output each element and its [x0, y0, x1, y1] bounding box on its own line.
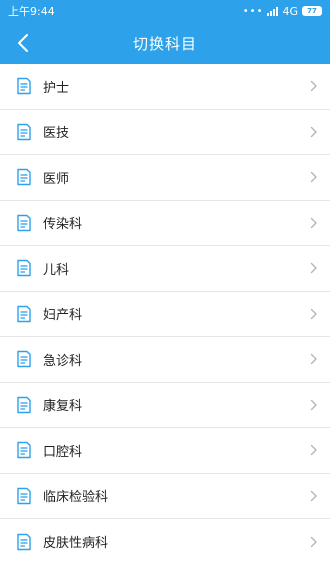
- subject-item[interactable]: 医技: [0, 110, 330, 155]
- header: 切换科目: [0, 22, 330, 64]
- chevron-right-icon: [308, 353, 320, 365]
- subject-label: 医技: [43, 126, 70, 142]
- document-icon: [15, 396, 33, 414]
- chevron-right-icon: [308, 262, 320, 274]
- back-button[interactable]: [12, 32, 34, 54]
- document-icon: [15, 441, 33, 459]
- document-icon: [15, 487, 33, 505]
- document-icon: [15, 350, 33, 368]
- chevron-right-icon: [308, 80, 320, 92]
- app-bar: 上午9:44 ••• 4G 77 切换科目: [0, 0, 330, 64]
- subject-item[interactable]: 护士: [0, 64, 330, 110]
- subject-label: 口腔科: [43, 444, 83, 460]
- subject-item[interactable]: 儿科: [0, 246, 330, 292]
- chevron-right-icon: [308, 217, 320, 229]
- document-icon: [15, 168, 33, 186]
- chevron-right-icon: [308, 308, 320, 320]
- document-icon: [15, 214, 33, 232]
- document-icon: [15, 123, 33, 141]
- chevron-left-icon: [18, 34, 28, 52]
- page-title: 切换科目: [132, 34, 197, 53]
- subject-item[interactable]: 急诊科: [0, 337, 330, 383]
- signal-icon: [267, 6, 279, 16]
- chevron-right-icon: [308, 126, 320, 138]
- subject-label: 临床检验科: [43, 490, 109, 506]
- subject-item[interactable]: 口腔科: [0, 428, 330, 474]
- subject-item[interactable]: 皮肤性病科: [0, 519, 330, 565]
- chevron-right-icon: [308, 536, 320, 548]
- subject-label: 护士: [43, 80, 70, 96]
- more-dots-icon: •••: [242, 5, 264, 17]
- subject-item[interactable]: 医师: [0, 155, 330, 201]
- subject-label: 医师: [43, 171, 70, 187]
- document-icon: [15, 305, 33, 323]
- subject-item[interactable]: 临床检验科: [0, 474, 330, 519]
- subject-label: 康复科: [43, 399, 83, 415]
- subject-label: 妇产科: [43, 308, 83, 324]
- subject-list: 护士 医技 医师 传染科 儿科 妇产科 急诊科 康复科 口腔科 临床检验科 皮肤…: [0, 64, 330, 565]
- document-icon: [15, 533, 33, 551]
- status-icons: ••• 4G 77: [243, 5, 322, 18]
- subject-item[interactable]: 妇产科: [0, 292, 330, 337]
- subject-item[interactable]: 传染科: [0, 201, 330, 246]
- chevron-right-icon: [308, 490, 320, 502]
- subject-label: 儿科: [43, 262, 70, 278]
- status-time: 上午9:44: [8, 5, 55, 18]
- subject-label: 传染科: [43, 217, 83, 233]
- chevron-right-icon: [308, 399, 320, 411]
- chevron-right-icon: [308, 444, 320, 456]
- document-icon: [15, 259, 33, 277]
- document-icon: [15, 77, 33, 95]
- status-bar: 上午9:44 ••• 4G 77: [0, 0, 330, 22]
- subject-label: 皮肤性病科: [43, 536, 109, 552]
- battery-icon: 77: [302, 6, 322, 16]
- subject-label: 急诊科: [43, 353, 83, 369]
- chevron-right-icon: [308, 171, 320, 183]
- subject-item[interactable]: 康复科: [0, 383, 330, 428]
- battery-level: 77: [307, 7, 317, 15]
- network-type: 4G: [282, 4, 298, 18]
